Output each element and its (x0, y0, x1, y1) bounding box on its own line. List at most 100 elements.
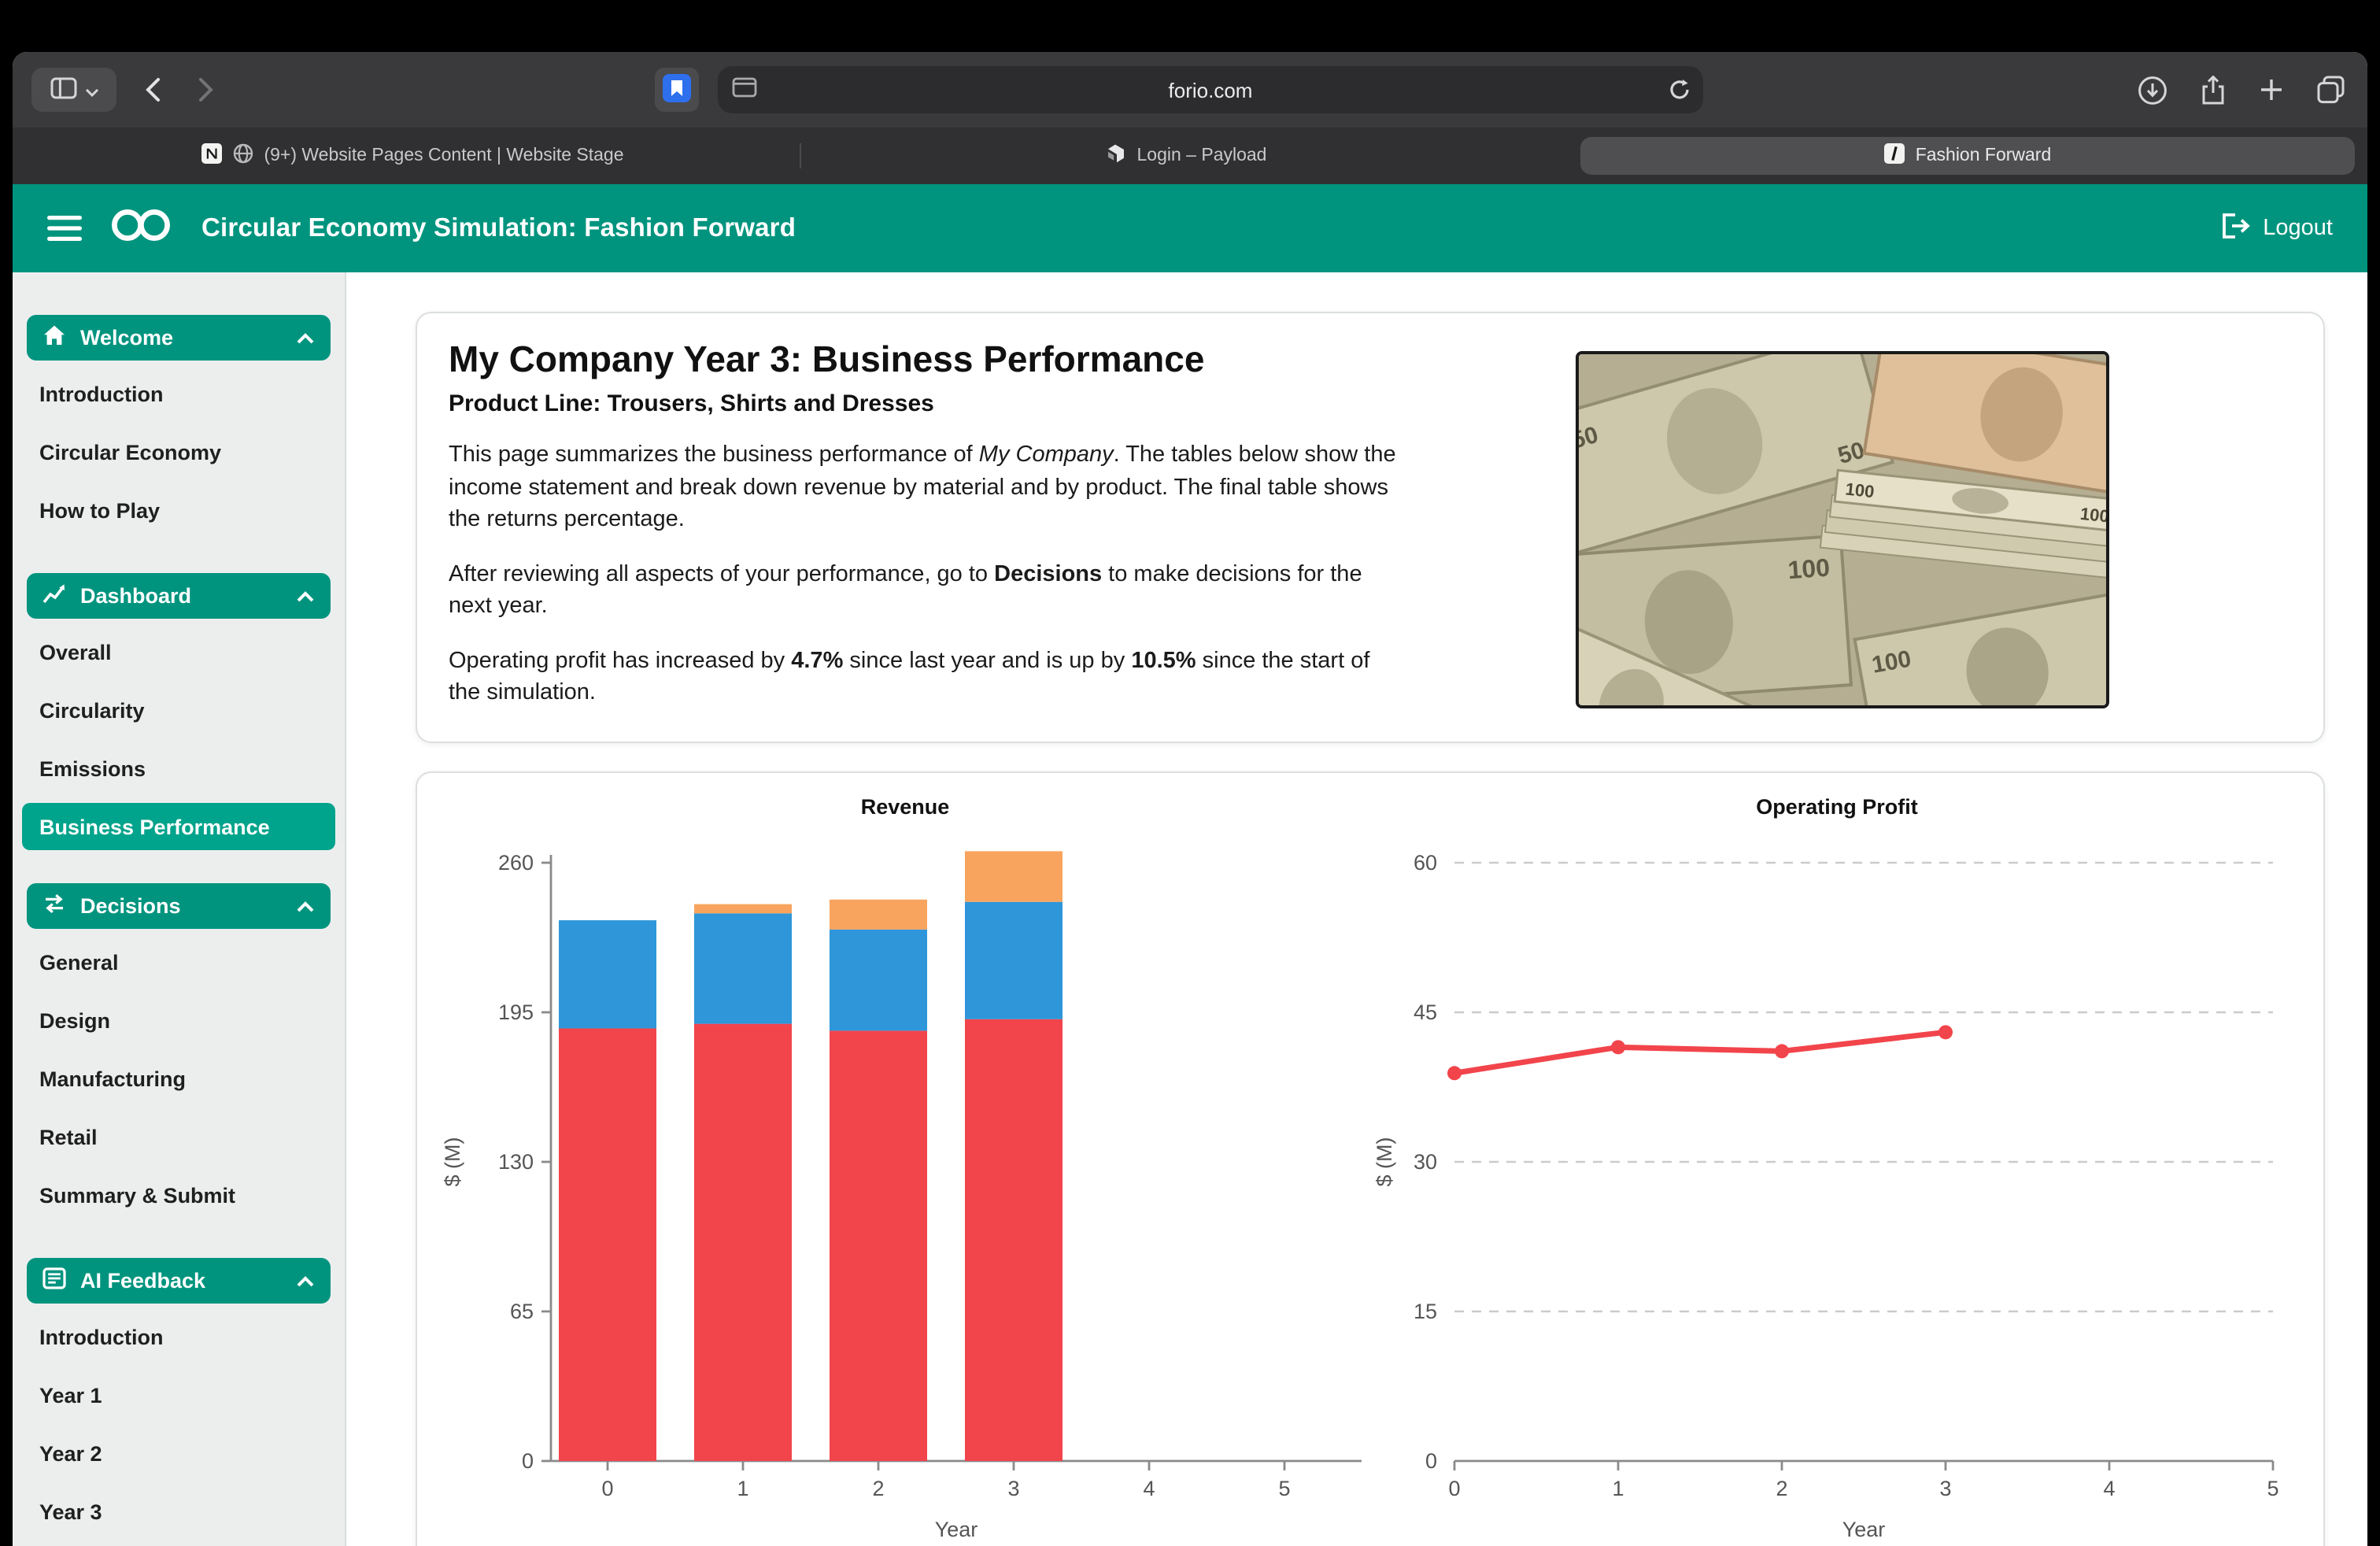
svg-text:195: 195 (498, 1000, 534, 1024)
tab-label: (9+) Website Pages Content | Website Sta… (264, 146, 623, 165)
revenue-chart: Revenue 065130195260012345$ (M)Year (439, 792, 1371, 1546)
svg-text:100: 100 (2079, 504, 2109, 527)
notion-icon (201, 143, 221, 168)
tab-website-pages[interactable]: (9+) Website Pages Content | Website Sta… (25, 137, 800, 175)
chart-icon (42, 583, 66, 609)
tabs-overview-button[interactable] (2317, 76, 2345, 104)
payload-icon (1107, 143, 1126, 168)
chevron-down-icon (84, 78, 98, 102)
paragraph: After reviewing all aspects of your perf… (449, 558, 1399, 623)
revenue-chart-plot: 065130195260012345$ (M)Year (439, 823, 1371, 1546)
section-label: Welcome (80, 326, 173, 350)
sidebar-item-year-1[interactable]: Year 1 (13, 1367, 345, 1425)
chevron-up-icon (296, 590, 315, 602)
svg-text:60: 60 (1414, 851, 1437, 875)
bookmark-extension-icon (663, 73, 691, 106)
sidebar-header-decisions[interactable]: Decisions (27, 883, 331, 929)
tab-login-payload[interactable]: Login – Payload (800, 137, 1574, 175)
browser-window: forio.com (13, 52, 2367, 1546)
svg-text:15: 15 (1414, 1300, 1437, 1323)
logout-icon (2220, 212, 2250, 245)
svg-text:30: 30 (1414, 1150, 1437, 1174)
sidebar-toggle-button[interactable] (31, 68, 116, 112)
sidebar-item-circularity[interactable]: Circularity (13, 682, 345, 740)
svg-text:260: 260 (498, 851, 534, 875)
svg-text:2: 2 (1776, 1477, 1787, 1500)
paragraph: Operating profit has increased by 4.7% s… (449, 645, 1399, 710)
svg-text:$ (M): $ (M) (1373, 1137, 1396, 1187)
sidebar-icon (50, 76, 76, 103)
svg-text:Year: Year (1842, 1518, 1886, 1541)
svg-text:130: 130 (498, 1150, 534, 1174)
globe-icon (232, 143, 253, 168)
sidebar-item-emissions[interactable]: Emissions (13, 740, 345, 798)
sidebar-item-ai-introduction[interactable]: Introduction (13, 1308, 345, 1367)
section-label: AI Feedback (80, 1269, 205, 1293)
bookmark-extension-button[interactable] (655, 68, 699, 112)
page-content: Welcome Introduction Circular Economy Ho… (13, 272, 2367, 1546)
sidebar-item-summary-submit[interactable]: Summary & Submit (13, 1167, 345, 1225)
sidebar-header-ai-feedback[interactable]: AI Feedback (27, 1258, 331, 1304)
infinity-logo-icon (105, 205, 178, 251)
section-label: Dashboard (80, 584, 191, 608)
share-button[interactable] (2201, 75, 2226, 105)
svg-text:4: 4 (2103, 1477, 2115, 1500)
decisions-icon (42, 893, 66, 919)
history-controls (145, 77, 214, 102)
browser-toolbar: forio.com (13, 52, 2367, 128)
sidebar-item-year-3[interactable]: Year 3 (13, 1483, 345, 1541)
sidebar-item-design[interactable]: Design (13, 992, 345, 1050)
sidebar-item-retail[interactable]: Retail (13, 1108, 345, 1167)
chevron-up-icon (296, 900, 315, 912)
back-button[interactable] (145, 77, 161, 102)
chart-title: Operating Profit (1371, 795, 2303, 823)
intro-card: My Company Year 3: Business Performance … (416, 312, 2325, 743)
sidebar-header-welcome[interactable]: Welcome (27, 315, 331, 361)
menu-button[interactable] (47, 216, 82, 241)
tab-fashion-forward[interactable]: Fashion Forward (1580, 137, 2355, 175)
url-text: forio.com (718, 78, 1703, 102)
sidebar-item-general[interactable]: General (13, 934, 345, 992)
forward-button[interactable] (198, 77, 214, 102)
web-page: Circular Economy Simulation: Fashion For… (13, 184, 2367, 1546)
svg-text:65: 65 (510, 1300, 534, 1323)
svg-text:1: 1 (1612, 1477, 1624, 1500)
intro-paragraphs: This page summarizes the business perfor… (449, 439, 1399, 710)
screen: forio.com (0, 0, 2380, 1546)
logout-label: Logout (2263, 216, 2333, 241)
operating-profit-chart-plot: 015304560012345$ (M)Year (1371, 823, 2303, 1546)
sidebar-item-circular-economy[interactable]: Circular Economy (13, 423, 345, 482)
sidebar-item-business-performance[interactable]: Business Performance (22, 803, 335, 850)
svg-text:3: 3 (1939, 1477, 1951, 1500)
money-photo: 50 50 100 (1576, 351, 2109, 708)
svg-text:Year: Year (935, 1518, 978, 1541)
chevron-up-icon (296, 331, 315, 344)
sidebar-item-introduction[interactable]: Introduction (13, 365, 345, 423)
svg-text:100: 100 (1845, 479, 1876, 501)
svg-text:0: 0 (1425, 1449, 1437, 1473)
logout-button[interactable]: Logout (2220, 212, 2333, 245)
sidebar: Welcome Introduction Circular Economy Ho… (13, 272, 346, 1546)
sidebar-section-dashboard: Dashboard Overall Circularity Emissions … (13, 573, 345, 850)
svg-text:4: 4 (1143, 1477, 1155, 1500)
reload-button[interactable] (1669, 79, 1691, 101)
charts-card: Revenue 0 65 130 195 260 0 1 2 3 4 5 $ (M) Year Oper… (416, 771, 2325, 1546)
sidebar-section-ai-feedback: AI Feedback Introduction Year 1 Year 2 Y… (13, 1258, 345, 1541)
sidebar-item-year-2[interactable]: Year 2 (13, 1425, 345, 1483)
address-bar[interactable]: forio.com (718, 66, 1703, 113)
page-icon[interactable] (732, 77, 757, 102)
svg-text:0: 0 (1448, 1477, 1460, 1500)
sidebar-header-dashboard[interactable]: Dashboard (27, 573, 331, 619)
svg-text:$ (M): $ (M) (441, 1137, 464, 1187)
svg-text:5: 5 (1278, 1477, 1290, 1500)
downloads-button[interactable] (2138, 75, 2168, 105)
svg-text:0: 0 (522, 1449, 534, 1473)
sidebar-item-overall[interactable]: Overall (13, 623, 345, 682)
sidebar-item-how-to-play[interactable]: How to Play (13, 482, 345, 540)
sidebar-item-manufacturing[interactable]: Manufacturing (13, 1050, 345, 1108)
chart-title: Revenue (439, 795, 1371, 823)
new-tab-button[interactable] (2259, 77, 2284, 102)
svg-text:100: 100 (1787, 553, 1831, 585)
feedback-icon (42, 1267, 66, 1294)
tab-label: Fashion Forward (1916, 146, 2052, 165)
